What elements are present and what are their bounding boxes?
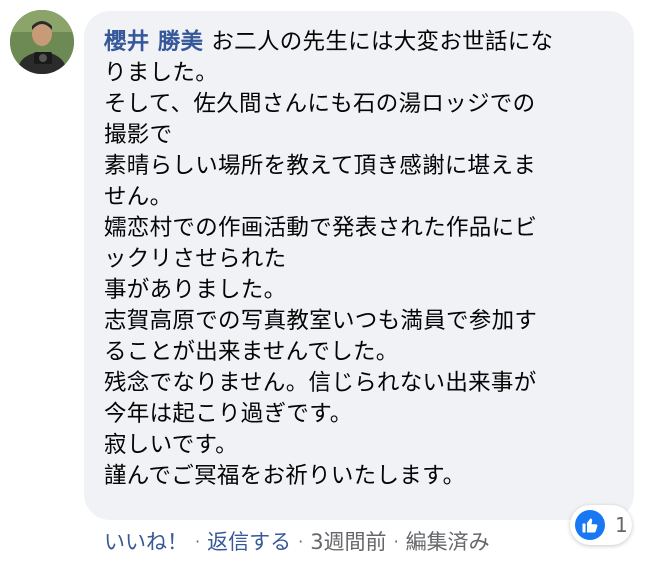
reply-button[interactable]: 返信する bbox=[207, 526, 291, 556]
comment-line: 嬬恋村での作画活動で発表された作品にビ bbox=[104, 215, 538, 241]
comment-line: そして、佐久間さんにも石の湯ロッジでの bbox=[104, 91, 536, 117]
comment-line: 謹んでご冥福をお祈りいたします。 bbox=[104, 463, 466, 489]
edited-label[interactable]: 編集済み bbox=[406, 526, 490, 556]
comment-line: 残念でなりません。信じられない出来事が bbox=[104, 370, 537, 396]
timestamp-link[interactable]: 3週間前 bbox=[310, 526, 386, 556]
comment-line: 志賀高原での写真教室いつも満員で参加す bbox=[104, 308, 538, 334]
avatar-photo bbox=[10, 10, 74, 74]
like-button[interactable]: いいね！ bbox=[104, 526, 188, 556]
comment-line: 事がありました。 bbox=[104, 277, 287, 303]
comment-line: 今年は起こり過ぎです。 bbox=[104, 401, 353, 427]
comment-bubble: 櫻井 勝美 お二人の先生には大変お世話にな りました。 そして、佐久間さんにも石の… bbox=[84, 11, 634, 520]
comment-line: 撮影で bbox=[104, 122, 173, 148]
comment-actions: いいね！ · 返信する · 3週間前 · 編集済み bbox=[104, 526, 490, 556]
comment-body: 櫻井 勝美 お二人の先生には大変お世話にな りました。 そして、佐久間さんにも石の… bbox=[104, 27, 614, 492]
comment-line: ックリさせられた bbox=[104, 246, 287, 272]
comment-line: 素晴らしい場所を教えて頂き感謝に堪えま bbox=[104, 153, 537, 179]
separator: · bbox=[195, 531, 201, 551]
comment-line: 寂しいです。 bbox=[104, 432, 238, 458]
separator: · bbox=[393, 531, 399, 551]
separator: · bbox=[298, 531, 304, 551]
comment-line: ることが出来ませんでした。 bbox=[104, 339, 399, 365]
comment-first-line: 櫻井 勝美 お二人の先生には大変お世話にな bbox=[104, 27, 614, 58]
reaction-count: 1 bbox=[615, 513, 628, 537]
thumbs-up-icon bbox=[575, 510, 605, 540]
comment-line: せん。 bbox=[104, 184, 173, 210]
comment-text: お二人の先生には大変お世話にな bbox=[211, 29, 554, 55]
comment-line: りました。 bbox=[104, 60, 219, 86]
reaction-summary[interactable]: 1 bbox=[570, 505, 632, 545]
author-name[interactable]: 櫻井 勝美 bbox=[104, 29, 203, 55]
avatar[interactable] bbox=[10, 10, 74, 74]
